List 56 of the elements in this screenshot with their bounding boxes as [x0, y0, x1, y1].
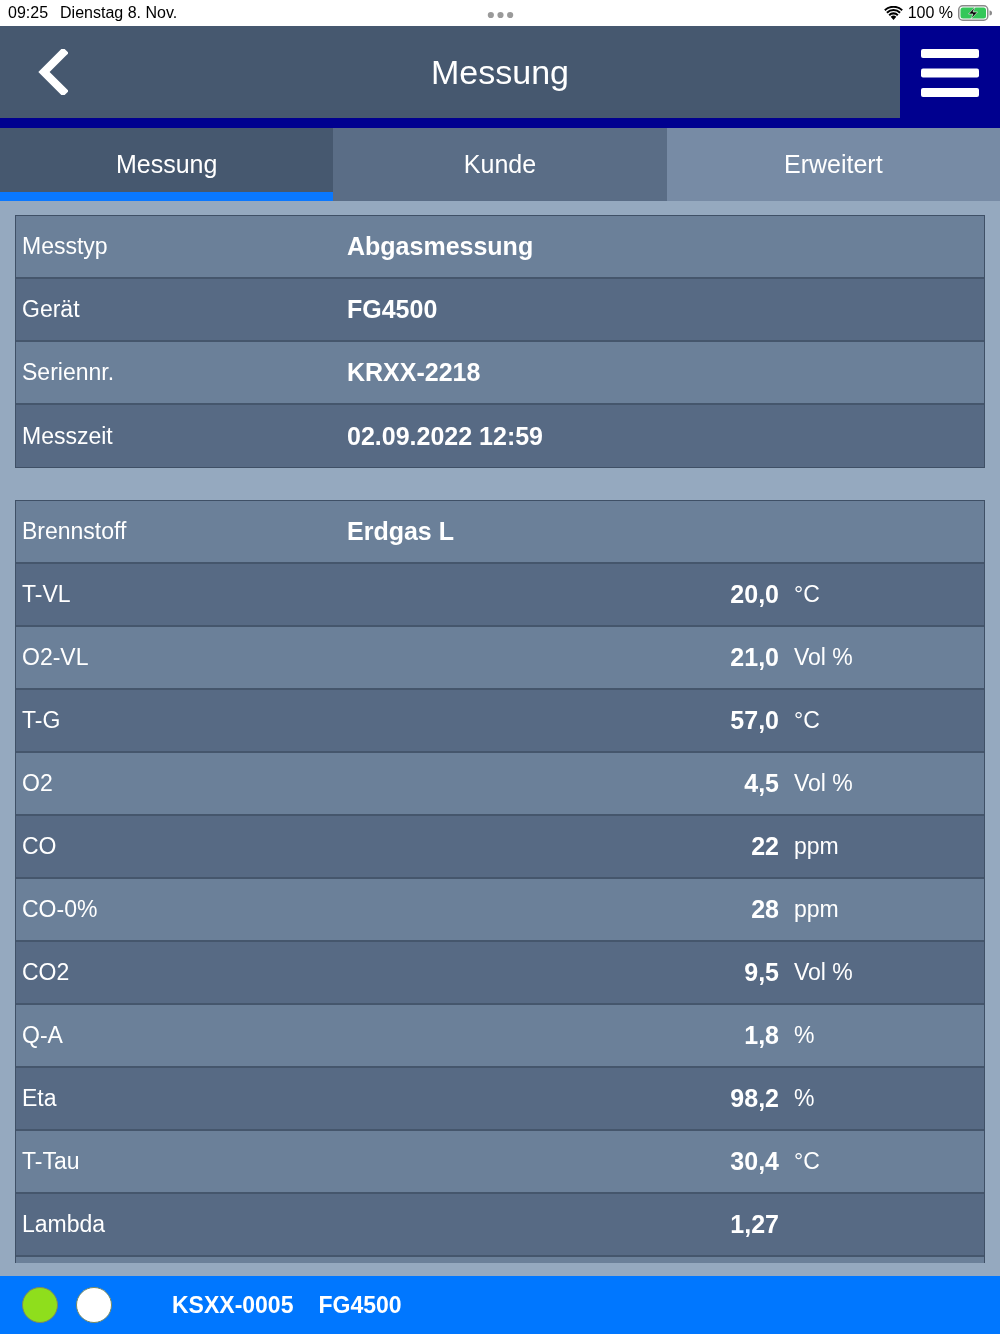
- row-value: FG4500: [347, 295, 438, 324]
- row-label: CO2: [22, 959, 71, 986]
- row-value: 02.09.2022 12:59: [347, 421, 543, 451]
- chevron-left-icon: [36, 49, 68, 95]
- reading-unit: °C: [794, 581, 821, 608]
- reading-value: 30,4: [730, 1147, 779, 1176]
- reading-value: 1,8: [744, 1021, 779, 1050]
- tab[interactable]: Kunde: [333, 128, 667, 201]
- reading-unit: ppm: [794, 833, 840, 860]
- reading-unit: ppm: [794, 896, 840, 923]
- battery-charging-icon: [958, 5, 992, 21]
- reading-unit: Vol %: [794, 770, 854, 797]
- row-label: CO: [22, 833, 58, 860]
- footer-serial: KSXX-0005: [172, 1291, 294, 1319]
- status-date: Dienstag 8. Nov.: [60, 4, 178, 22]
- row-label: Messzeit: [22, 422, 114, 450]
- tab[interactable]: Messung: [0, 128, 334, 201]
- wifi-icon: [883, 6, 903, 20]
- reading-unit: Vol %: [794, 959, 854, 986]
- row-label: Messtyp: [22, 233, 109, 260]
- back-button[interactable]: [36, 49, 68, 95]
- reading-value: 21,0: [730, 643, 779, 672]
- row-value: Abgasmessung: [347, 232, 534, 261]
- status-time: 09:25: [8, 4, 49, 22]
- row-label: Seriennr.: [22, 359, 116, 386]
- row-label: T-G: [22, 707, 62, 734]
- reading-value: 57,0: [730, 706, 779, 735]
- reading-value: 28: [751, 895, 779, 924]
- reading-value: 98,2: [730, 1084, 779, 1113]
- row-label: CO-0%: [22, 896, 99, 923]
- reading-value: 4,5: [744, 769, 779, 798]
- reading-value: 22: [751, 832, 779, 861]
- reading-unit: °C: [794, 1148, 821, 1175]
- menu-icon: [921, 49, 979, 97]
- footer-device: FG4500: [318, 1291, 402, 1319]
- row-label: T-Tau: [22, 1148, 81, 1175]
- screen-title: Messung: [431, 52, 569, 92]
- reading-unit: %: [794, 1085, 816, 1112]
- row-value: Erdgas L: [347, 517, 454, 546]
- reading-unit: Vol %: [794, 644, 854, 671]
- reading-value: 9,5: [744, 958, 779, 987]
- row-label: Brennstoff: [22, 518, 128, 545]
- reading-unit: °C: [794, 707, 821, 734]
- row-label: T-VL: [22, 581, 72, 608]
- reading-unit: %: [794, 1022, 816, 1049]
- reading-value: 1,27: [730, 1210, 779, 1239]
- battery-percent: 100 %: [907, 4, 953, 22]
- row-label: Gerät: [22, 296, 81, 323]
- ellipsis-icon: [486, 11, 514, 19]
- row-label: O2-VL: [22, 644, 90, 671]
- row-value: KRXX-2218: [347, 358, 481, 387]
- row-label: Eta: [22, 1085, 58, 1112]
- row-label: Q-A: [22, 1022, 64, 1049]
- reading-value: 20,0: [730, 580, 779, 609]
- row-label: Lambda: [22, 1211, 107, 1238]
- row-label: O2: [22, 770, 54, 797]
